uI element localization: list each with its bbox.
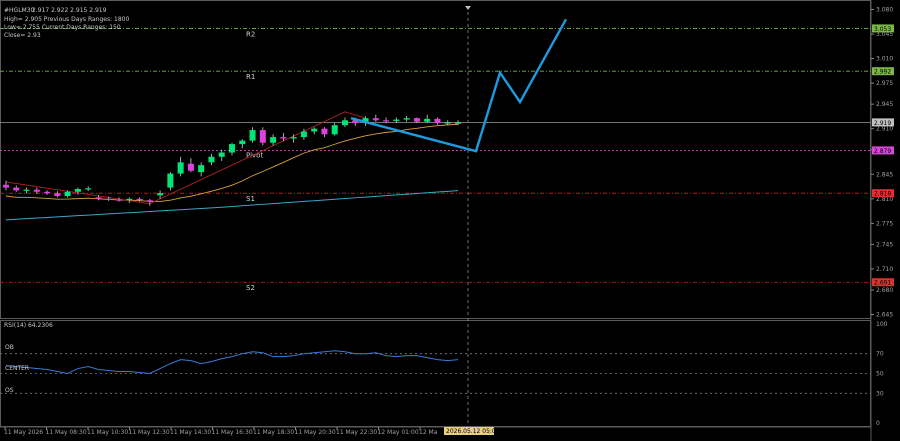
price-tick-label: 2.680: [876, 287, 893, 294]
price-tag-value: 2.879: [874, 148, 891, 155]
price-tag-value: 3.053: [874, 26, 891, 33]
time-tick-label: 11 May 14:30: [170, 429, 211, 436]
candle-body: [239, 140, 246, 145]
candle-body: [311, 128, 318, 132]
price-chart[interactable]: 3.0803.0453.0102.9752.9452.9102.8802.845…: [0, 0, 900, 441]
candle-body: [372, 118, 379, 121]
candle-body: [177, 162, 184, 174]
candle-body: [290, 137, 297, 139]
candle-body: [424, 118, 431, 122]
price-tick-label: 2.775: [876, 220, 893, 227]
price-tag-value: 2.919: [874, 120, 891, 127]
candle-body: [105, 198, 112, 201]
candle-body: [249, 130, 256, 141]
price-tick-label: 2.845: [876, 171, 893, 178]
price-tag-value: 2.992: [874, 69, 891, 76]
candle-body: [74, 188, 81, 192]
time-tick-label: 11 May 22:30: [336, 429, 377, 436]
price-tick-label: 2.945: [876, 101, 893, 108]
chart-window[interactable]: 3.0803.0453.0102.9752.9452.9102.8802.845…: [0, 0, 900, 441]
candle-body: [157, 193, 164, 196]
candle-body: [300, 131, 307, 138]
ma-fast-line: [5, 123, 459, 202]
candle-body: [167, 173, 174, 188]
level-label-r2: R2: [246, 30, 255, 38]
candle-body: [259, 130, 266, 143]
time-tick-label: 11 May 20:30: [295, 429, 336, 436]
candle-body: [455, 122, 461, 124]
time-tick-label: 11 May 16:30: [212, 429, 253, 436]
level-label-s1: S1: [246, 195, 255, 203]
ma-slow-line: [5, 190, 459, 221]
candle-body: [13, 187, 20, 191]
level-label-r1: R1: [246, 73, 255, 81]
candle-body: [444, 122, 451, 124]
candle-body: [393, 119, 400, 121]
rsi-tick-label: 30: [876, 390, 884, 397]
rsi-tick-label: 70: [876, 351, 884, 358]
candle-body: [54, 193, 61, 197]
price-tick-label: 2.645: [876, 311, 893, 318]
zigzag-line: [5, 111, 366, 205]
time-tick-label: 11 May 12:30: [129, 429, 170, 436]
time-tick-label: 11 May 10:30: [87, 429, 128, 436]
candle-body: [218, 152, 225, 157]
candle-body: [208, 156, 215, 163]
level-label-s2: S2: [246, 284, 255, 292]
price-tag-value: 2.691: [874, 280, 891, 287]
candle-body: [331, 125, 338, 135]
price-tick-label: 3.080: [876, 7, 893, 14]
price-tick-label: 2.975: [876, 80, 893, 87]
price-tick-label: 3.010: [876, 56, 893, 63]
cursor-marker-icon: [465, 6, 471, 10]
time-tick-label: 12 May 01:00: [378, 429, 419, 436]
candle-body: [116, 199, 122, 201]
candle-body: [342, 120, 348, 126]
rsi-tick-label: 50: [876, 371, 884, 378]
cursor-time-label: 2026.05.12 05:00: [446, 428, 500, 435]
candle-body: [33, 189, 40, 192]
level-label-pivot: Pivot: [246, 151, 263, 159]
candle-body: [434, 118, 441, 124]
forecast-path: [350, 18, 568, 153]
rsi-tick-label: 100: [876, 321, 888, 328]
price-tick-label: 2.710: [876, 266, 893, 273]
candle-body: [136, 198, 143, 201]
candle-body: [321, 128, 328, 135]
rsi-line: [5, 350, 459, 375]
rsi-tick-label: 0: [876, 420, 880, 427]
candle-body: [187, 163, 194, 171]
time-tick-label: 12 Ma: [419, 429, 438, 436]
candle-body: [146, 200, 153, 202]
candle-body: [64, 191, 71, 197]
main-panel-frame: [0, 0, 871, 319]
candle-body: [198, 165, 205, 173]
price-tag-value: 2.818: [874, 191, 891, 198]
candle-body: [85, 188, 92, 190]
candle-body: [23, 189, 30, 191]
candle-body: [413, 118, 420, 122]
candle-body: [383, 120, 390, 122]
time-tick-label: 11 May 2026: [4, 429, 43, 436]
candle-body: [3, 184, 9, 188]
candle-body: [95, 197, 102, 199]
time-tick-label: 11 May 18:30: [253, 429, 294, 436]
time-tick-label: 11 May 08:30: [46, 429, 87, 436]
candle-body: [270, 137, 277, 143]
price-tick-label: 2.745: [876, 241, 893, 248]
candle-body: [44, 191, 51, 194]
candle-body: [280, 137, 287, 139]
candle-body: [403, 118, 410, 120]
candle-body: [126, 198, 133, 201]
candle-body: [229, 144, 235, 153]
